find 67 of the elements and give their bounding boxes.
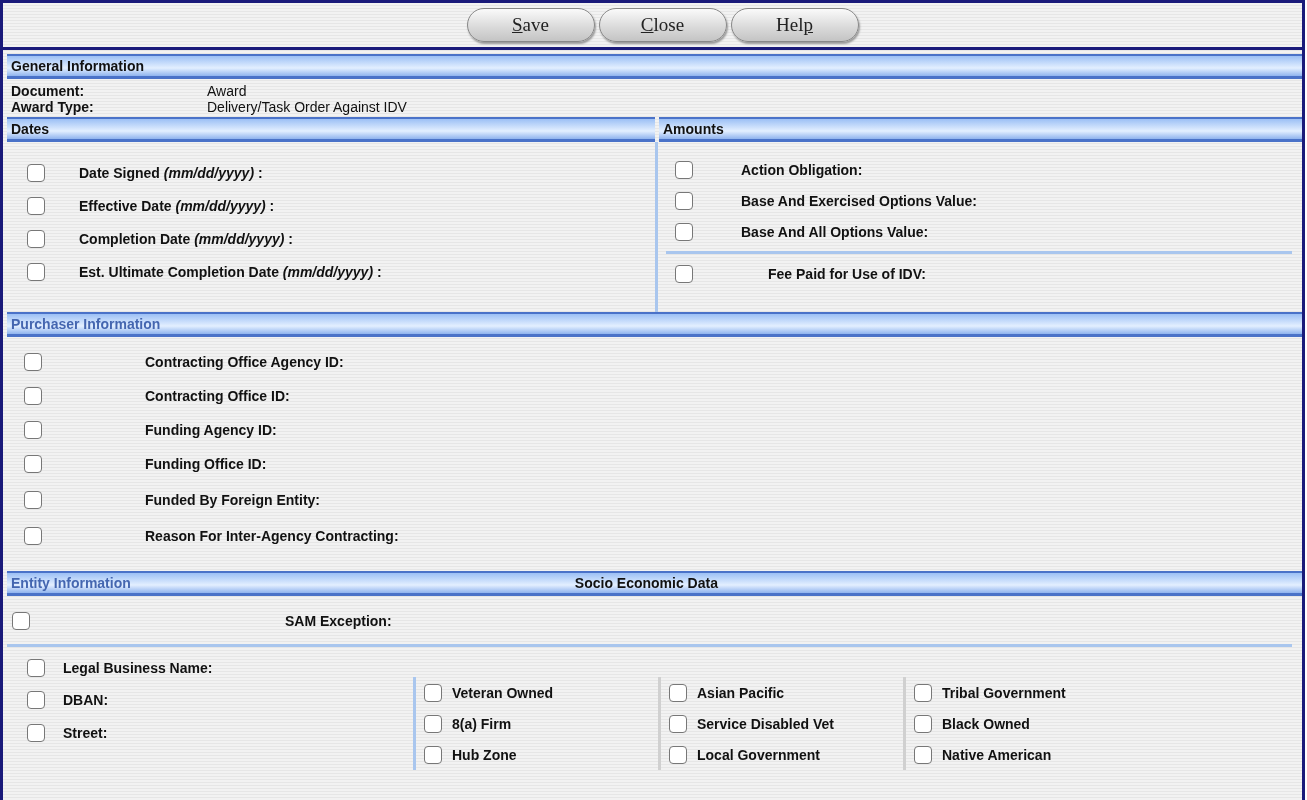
checkbox[interactable] (669, 714, 687, 733)
toolbar-button[interactable]: Save (466, 8, 595, 42)
field-label: Legal Business Name: (63, 660, 213, 676)
checkbox[interactable] (27, 690, 45, 709)
field-label: Black Owned (942, 715, 1030, 732)
checkbox[interactable] (24, 527, 42, 545)
field-label: Tribal Government (942, 684, 1066, 701)
field-label: Hub Zone (452, 746, 517, 763)
field-label: Reason For Inter-Agency Contracting: (145, 528, 399, 544)
section-title: Amounts (662, 121, 724, 137)
field-label: Asian Pacific (697, 684, 785, 701)
field-label: Fee Paid for Use of IDV: (768, 266, 926, 282)
field-label: Funding Agency ID: (145, 422, 277, 438)
checkbox[interactable] (24, 421, 42, 439)
field-label: Local Government (697, 746, 820, 763)
checkbox[interactable] (24, 387, 42, 405)
field-label: Veteran Owned (452, 684, 554, 701)
field-label: Completion Date (mm/dd/yyyy) : (79, 230, 293, 247)
checkbox[interactable] (27, 723, 45, 742)
checkbox[interactable] (27, 262, 45, 281)
checkbox[interactable] (914, 714, 932, 733)
toolbar-button[interactable]: Help (730, 8, 859, 42)
info-label: Document: (11, 83, 86, 99)
field-label: DBAN: (63, 691, 109, 708)
checkbox[interactable] (27, 659, 45, 677)
field-label: Action Obligation: (741, 161, 863, 178)
field-label: SAM Exception: (285, 613, 392, 629)
checkbox[interactable] (669, 745, 687, 764)
section-title: Entity Information (10, 575, 131, 591)
section-title: Purchaser Information (10, 316, 161, 332)
checkbox[interactable] (24, 455, 42, 473)
info-label: Award Type: (11, 99, 95, 115)
info-value: Delivery/Task Order Against IDV (207, 99, 407, 115)
checkbox[interactable] (12, 612, 30, 630)
checkbox[interactable] (424, 683, 442, 702)
field-label: Effective Date (mm/dd/yyyy) : (79, 197, 275, 214)
section-title: Dates (10, 121, 50, 137)
checkbox[interactable] (675, 222, 693, 241)
field-label: Service Disabled Vet (697, 715, 834, 732)
checkbox[interactable] (424, 714, 442, 733)
checkbox[interactable] (424, 745, 442, 764)
checkbox[interactable] (27, 163, 45, 182)
checkbox[interactable] (24, 491, 42, 509)
checkbox[interactable] (914, 745, 932, 764)
section-title: General Information (10, 58, 145, 74)
section-subtitle: Socio Economic Data (574, 575, 719, 591)
checkbox[interactable] (24, 353, 42, 371)
field-label: Base And All Options Value: (741, 223, 929, 240)
field-label: Est. Ultimate Completion Date (mm/dd/yyyy) : (79, 263, 382, 280)
field-label: 8(a) Firm (452, 715, 512, 732)
field-label: Base And Exercised Options Value: (741, 192, 977, 209)
checkbox[interactable] (669, 683, 687, 702)
field-label: Funded By Foreign Entity: (145, 492, 320, 508)
checkbox[interactable] (675, 265, 693, 283)
checkbox[interactable] (675, 160, 693, 179)
toolbar-button[interactable]: Close (598, 8, 727, 42)
field-label: Street: (63, 724, 108, 741)
checkbox[interactable] (27, 229, 45, 248)
checkbox[interactable] (914, 683, 932, 702)
checkbox[interactable] (27, 196, 45, 215)
info-value: Award (207, 83, 247, 99)
field-label: Contracting Office ID: (145, 388, 290, 404)
field-label: Date Signed (mm/dd/yyyy) : (79, 164, 263, 181)
field-label: Native American (942, 746, 1052, 763)
field-label: Funding Office ID: (145, 456, 267, 472)
checkbox[interactable] (675, 191, 693, 210)
field-label: Contracting Office Agency ID: (145, 354, 344, 370)
